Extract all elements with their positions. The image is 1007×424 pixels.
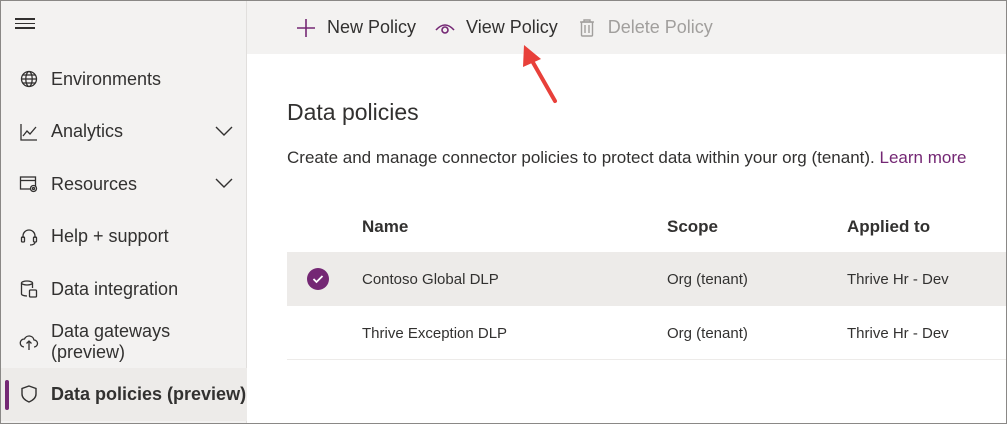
analytics-icon <box>19 122 39 142</box>
chevron-down-icon[interactable] <box>215 125 233 137</box>
sidebar-item-data-gateways[interactable]: Data gateways (preview) <box>1 316 247 369</box>
trash-icon <box>576 17 598 39</box>
column-header-name[interactable]: Name <box>362 217 408 237</box>
sidebar-item-label: Data gateways (preview) <box>51 320 171 362</box>
sidebar-item-data-policies[interactable]: Data policies (preview) <box>1 368 247 421</box>
command-bar: New Policy View Policy Delete Policy <box>247 1 1006 54</box>
policies-table: Name Scope Applied to Contoso Global DLP… <box>287 202 1006 360</box>
sidebar-item-label: Help + support <box>51 226 169 247</box>
column-header-scope[interactable]: Scope <box>667 217 718 237</box>
sidebar-item-label: Environments <box>51 68 162 89</box>
page-title: Data policies <box>287 99 419 125</box>
sidebar-item-label: Resources <box>51 173 138 194</box>
sidebar-item-analytics[interactable]: Analytics <box>1 106 247 159</box>
cell-scope: Org (tenant) <box>667 325 748 342</box>
cell-scope: Org (tenant) <box>667 271 748 288</box>
resources-icon <box>19 174 39 194</box>
table-row[interactable]: Contoso Global DLP Org (tenant) Thrive H… <box>287 252 1006 306</box>
shield-icon <box>19 384 39 404</box>
sidebar-nav: Environments Analytics Resources Help + … <box>1 53 247 421</box>
cell-name: Contoso Global DLP <box>362 271 499 288</box>
data-integration-icon <box>19 279 39 299</box>
cloud-upload-icon <box>19 332 39 352</box>
view-policy-label: View Policy <box>466 17 558 37</box>
table-header: Name Scope Applied to <box>287 202 1006 252</box>
sidebar-item-data-integration[interactable]: Data integration <box>1 263 247 316</box>
app-frame: Environments Analytics Resources Help + … <box>0 0 1007 424</box>
globe-icon <box>19 69 39 89</box>
view-policy-button[interactable]: View Policy <box>434 17 558 39</box>
sidebar-item-help-support[interactable]: Help + support <box>1 211 247 264</box>
sidebar-item-environments[interactable]: Environments <box>1 53 247 106</box>
new-policy-button[interactable]: New Policy <box>295 17 416 39</box>
page-description: Create and manage connector policies to … <box>287 148 966 168</box>
hamburger-menu-icon[interactable] <box>15 15 37 35</box>
cell-name: Thrive Exception DLP <box>362 325 508 342</box>
delete-policy-button[interactable]: Delete Policy <box>576 17 713 39</box>
column-header-applied-to[interactable]: Applied to <box>847 217 930 237</box>
description-text: Create and manage connector policies to … <box>287 148 875 167</box>
table-row[interactable]: Thrive Exception DLP Org (tenant) Thrive… <box>287 306 1006 360</box>
headset-icon <box>19 227 39 247</box>
sidebar-item-resources[interactable]: Resources <box>1 158 247 211</box>
plus-icon <box>295 17 317 39</box>
eye-icon <box>434 17 456 39</box>
sidebar-item-label: Analytics <box>51 121 124 142</box>
chevron-down-icon[interactable] <box>215 177 233 189</box>
delete-policy-label: Delete Policy <box>607 17 713 37</box>
new-policy-label: New Policy <box>327 17 417 37</box>
cell-applied-to: Thrive Hr - Dev <box>847 271 949 288</box>
sidebar: Environments Analytics Resources Help + … <box>1 1 247 423</box>
cell-applied-to: Thrive Hr - Dev <box>847 325 949 342</box>
learn-more-link[interactable]: Learn more <box>880 148 967 167</box>
checkmark-icon[interactable] <box>307 268 329 290</box>
sidebar-item-label: Data integration <box>51 278 179 299</box>
main-content: Data policies Create and manage connecto… <box>247 54 1006 423</box>
sidebar-item-label: Data policies (preview) <box>51 383 247 404</box>
